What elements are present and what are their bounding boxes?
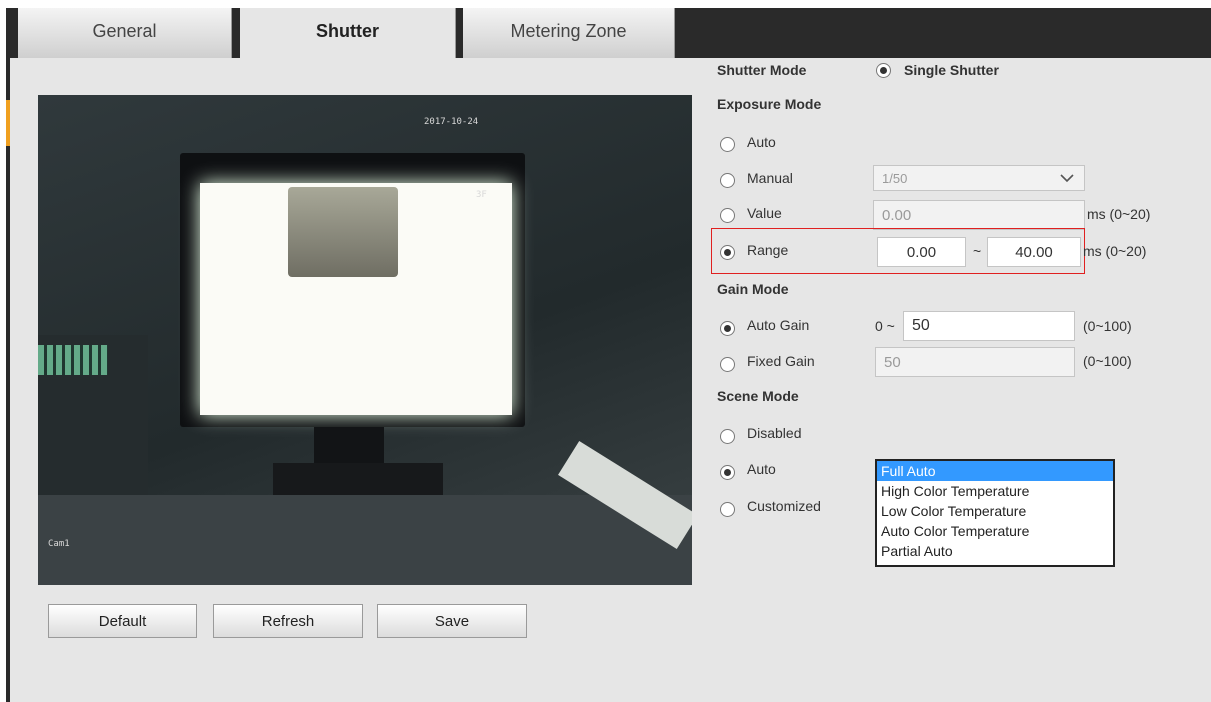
auto-gain-prefix: 0 ~ <box>875 318 895 334</box>
auto-gain-label: Auto Gain <box>747 317 810 333</box>
exposure-value-unit: ms (0~20) <box>1087 206 1151 222</box>
exposure-range-radio[interactable] <box>720 245 735 260</box>
scene-auto-radio[interactable] <box>720 465 735 480</box>
video-desk <box>38 495 692 585</box>
scene-list-option[interactable]: Full Auto <box>877 461 1113 481</box>
video-osd-small: 3F <box>476 190 487 200</box>
range-max-field[interactable]: 40.00 <box>987 237 1081 267</box>
live-video-preview: 2017-10-24 3F Cam1 <box>38 95 692 585</box>
auto-gain-radio[interactable] <box>720 321 735 336</box>
exposure-value-radio[interactable] <box>720 208 735 223</box>
video-led-strip <box>38 345 108 375</box>
fixed-gain-radio[interactable] <box>720 357 735 372</box>
scene-list-option[interactable]: Partial Auto <box>877 541 1113 561</box>
refresh-button[interactable]: Refresh <box>213 604 363 638</box>
shutter-mode-label: Shutter Mode <box>717 62 807 78</box>
range-unit: ms (0~20) <box>1083 243 1147 259</box>
default-button[interactable]: Default <box>48 604 197 638</box>
scene-disabled-radio[interactable] <box>720 429 735 444</box>
exposure-mode-heading: Exposure Mode <box>717 96 822 112</box>
manual-shutter-value: 1/50 <box>882 170 908 186</box>
exposure-value-field[interactable]: 0.00 <box>873 200 1085 230</box>
exposure-value-label: Value <box>747 205 782 221</box>
auto-gain-range: (0~100) <box>1083 318 1132 334</box>
video-screen-vehicle <box>288 187 398 277</box>
video-monitor-stand <box>314 427 384 465</box>
video-osd-channel: Cam1 <box>48 539 70 549</box>
exposure-auto-label: Auto <box>747 134 776 150</box>
fixed-gain-range: (0~100) <box>1083 353 1132 369</box>
single-shutter-label: Single Shutter <box>904 62 999 78</box>
exposure-range-label: Range <box>747 242 789 258</box>
fixed-gain-label: Fixed Gain <box>747 353 815 369</box>
fixed-gain-field[interactable]: 50 <box>875 347 1075 377</box>
save-button[interactable]: Save <box>377 604 527 638</box>
tab-general[interactable]: General <box>18 8 232 58</box>
scene-list-option[interactable]: High Color Temperature <box>877 481 1113 501</box>
scene-customized-radio[interactable] <box>720 502 735 517</box>
scene-list-option[interactable]: Low Color Temperature <box>877 501 1113 521</box>
scene-list-option[interactable]: Auto Color Temperature <box>877 521 1113 541</box>
chevron-down-icon <box>1060 174 1074 183</box>
video-osd-time: 2017-10-24 <box>424 117 479 127</box>
scene-auto-label: Auto <box>747 461 776 477</box>
exposure-auto-radio[interactable] <box>720 137 735 152</box>
scene-disabled-label: Disabled <box>747 425 802 441</box>
active-menu-marker <box>6 100 10 146</box>
exposure-manual-radio[interactable] <box>720 173 735 188</box>
gain-mode-heading: Gain Mode <box>717 281 789 297</box>
scene-mode-heading: Scene Mode <box>717 388 799 404</box>
scene-auto-listbox[interactable]: Full Auto High Color Temperature Low Col… <box>875 459 1115 567</box>
range-min-field[interactable]: 0.00 <box>877 237 966 267</box>
scene-customized-label: Customized <box>747 498 821 514</box>
auto-gain-field[interactable]: 50 <box>903 311 1075 341</box>
single-shutter-radio[interactable] <box>876 63 891 78</box>
exposure-manual-label: Manual <box>747 170 793 186</box>
tab-metering-zone[interactable]: Metering Zone <box>463 8 675 58</box>
manual-shutter-select[interactable]: 1/50 <box>873 165 1085 191</box>
tab-shutter[interactable]: Shutter <box>240 8 456 58</box>
range-separator: ~ <box>973 243 982 259</box>
